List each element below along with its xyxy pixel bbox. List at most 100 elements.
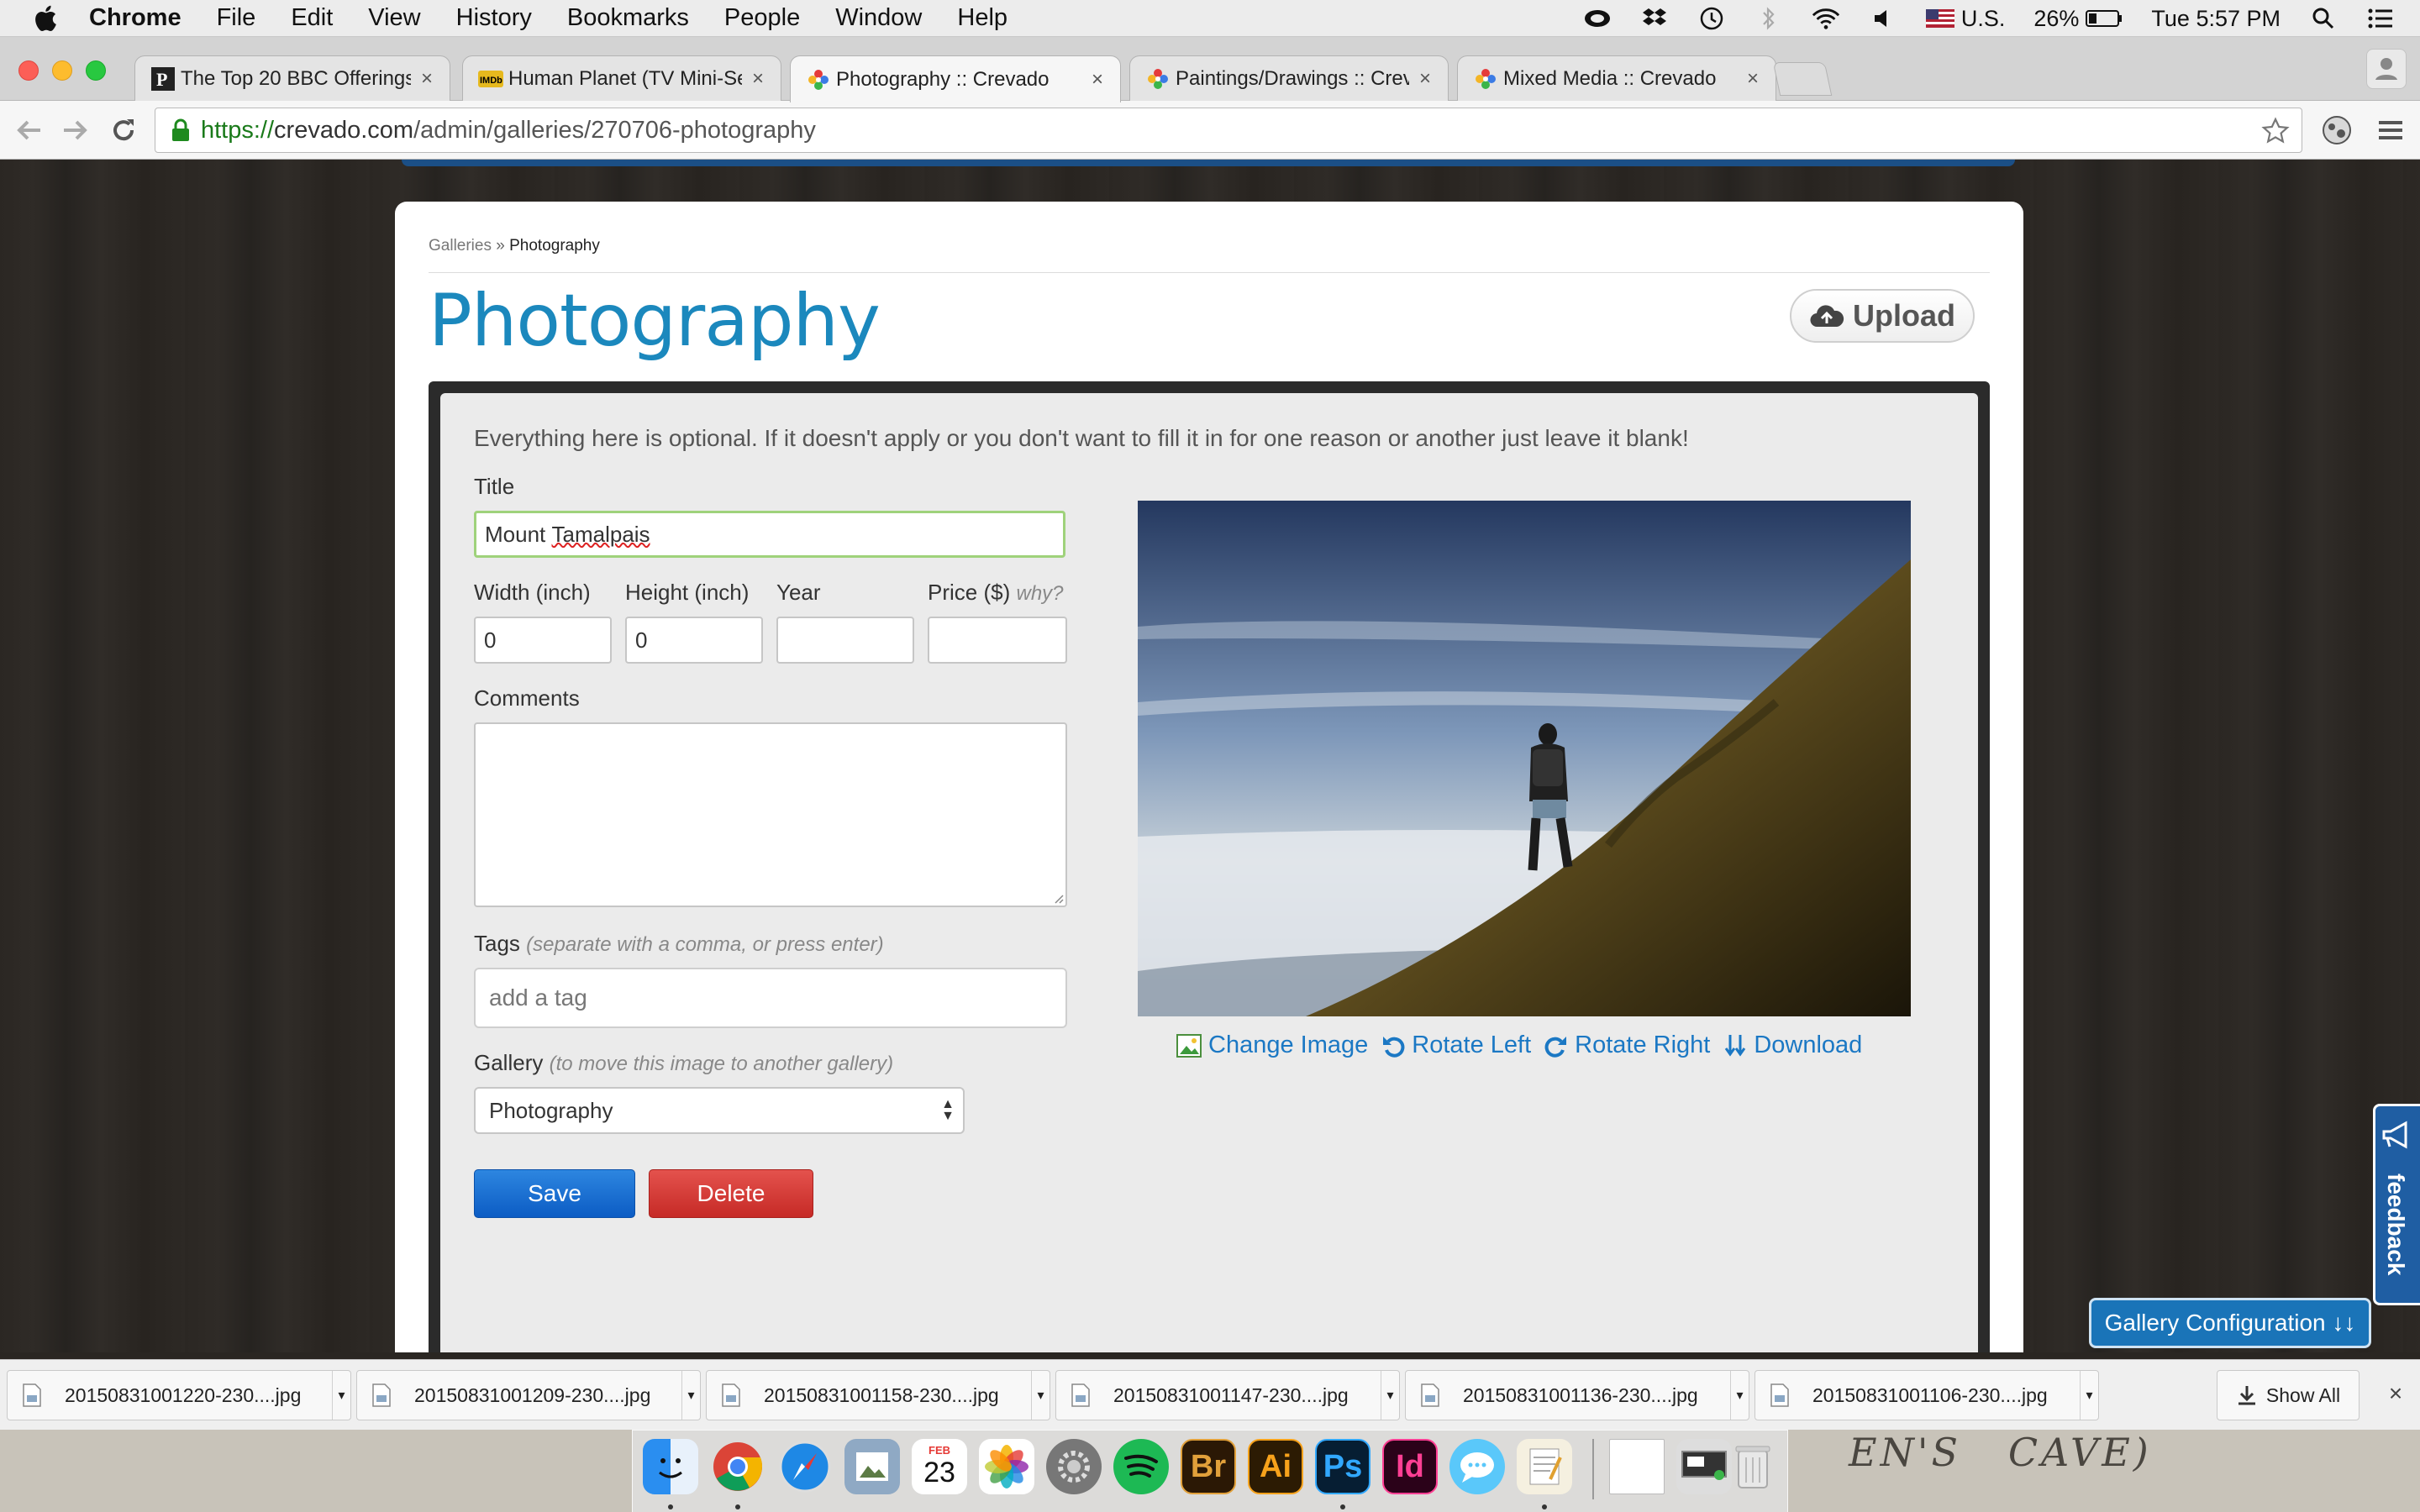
image-file-icon	[1770, 1383, 1789, 1407]
price-why-link[interactable]: why?	[1016, 582, 1063, 605]
spotify-icon[interactable]	[1113, 1439, 1169, 1494]
tags-input[interactable]: add a tag	[474, 968, 1067, 1028]
notification-center-icon[interactable]	[2366, 6, 2395, 31]
clock[interactable]: Tue 5:57 PM	[2151, 6, 2281, 32]
photoshop-icon[interactable]: Ps	[1315, 1439, 1370, 1494]
close-downloads-shelf-icon[interactable]: ×	[2383, 1380, 2408, 1409]
upload-button[interactable]: Upload	[1790, 289, 1975, 343]
wallpaper-handwriting: EN'S CAVE)	[1849, 1430, 2152, 1475]
gallery-configuration-button[interactable]: Gallery Configuration ↓↓	[2089, 1298, 2371, 1348]
year-input[interactable]	[776, 617, 914, 664]
rotate-right-link[interactable]: Rotate Right	[1544, 1032, 1710, 1059]
window-close-button[interactable]	[18, 60, 39, 81]
messages-icon[interactable]	[1449, 1439, 1505, 1494]
document-icon[interactable]	[1609, 1439, 1665, 1494]
menu-edit[interactable]: Edit	[291, 4, 333, 32]
download-menu-caret-icon[interactable]: ▾	[1381, 1371, 1399, 1420]
menu-people[interactable]: People	[724, 4, 800, 32]
breadcrumb-galleries-link[interactable]: Galleries	[429, 237, 492, 255]
tab-close-icon[interactable]: ×	[1744, 67, 1762, 91]
time-machine-icon[interactable]	[1697, 6, 1726, 31]
download-item[interactable]: 20150831001220-230....jpg ▾	[7, 1370, 351, 1420]
delete-label: Delete	[697, 1180, 765, 1206]
tab-photography[interactable]: Photography :: Crevado ×	[790, 55, 1121, 102]
indesign-icon[interactable]: Id	[1382, 1439, 1438, 1494]
menu-history[interactable]: History	[456, 4, 532, 32]
tab-close-icon[interactable]: ×	[418, 67, 436, 91]
screen-icon[interactable]	[1676, 1439, 1732, 1494]
menu-view[interactable]: View	[368, 4, 420, 32]
download-link[interactable]: Download	[1723, 1032, 1862, 1059]
download-item[interactable]: 20150831001209-230....jpg ▾	[356, 1370, 701, 1420]
battery-status[interactable]: 26%	[2033, 6, 2123, 32]
reload-button[interactable]	[104, 111, 143, 150]
height-input[interactable]: 0	[625, 617, 763, 664]
menu-help[interactable]: Help	[957, 4, 1007, 32]
download-item[interactable]: 20150831001147-230....jpg ▾	[1055, 1370, 1400, 1420]
title-input[interactable]: Mount Tamalpais	[474, 511, 1065, 558]
download-item[interactable]: 20150831001106-230....jpg ▾	[1754, 1370, 2099, 1420]
creative-cloud-icon[interactable]	[1583, 6, 1612, 31]
profile-button[interactable]	[2366, 49, 2407, 89]
show-all-downloads-button[interactable]: Show All	[2217, 1370, 2360, 1420]
download-menu-caret-icon[interactable]: ▾	[1031, 1371, 1050, 1420]
rotate-right-label: Rotate Right	[1575, 1032, 1711, 1058]
download-item[interactable]: 20150831001136-230....jpg ▾	[1405, 1370, 1749, 1420]
window-zoom-button[interactable]	[86, 60, 106, 81]
menu-bookmarks[interactable]: Bookmarks	[567, 4, 689, 32]
download-menu-caret-icon[interactable]: ▾	[1730, 1371, 1749, 1420]
tab-mixed-media[interactable]: Mixed Media :: Crevado ×	[1457, 55, 1776, 101]
dropbox-icon[interactable]	[1640, 6, 1669, 31]
volume-icon[interactable]	[1869, 6, 1897, 31]
tab-human-planet[interactable]: IMDb Human Planet (TV Mini-Series ×	[462, 55, 781, 101]
rotate-left-link[interactable]: Rotate Left	[1381, 1032, 1531, 1059]
tab-paintings-drawings[interactable]: Paintings/Drawings :: Crevado ×	[1129, 55, 1449, 101]
comments-textarea[interactable]	[474, 722, 1067, 907]
price-input[interactable]	[928, 617, 1067, 664]
system-preferences-icon[interactable]	[1046, 1439, 1102, 1494]
download-item[interactable]: 20150831001158-230....jpg ▾	[706, 1370, 1050, 1420]
bookmark-star-icon[interactable]	[2261, 117, 2290, 145]
menu-window[interactable]: Window	[835, 4, 922, 32]
height-label: Height (inch)	[625, 580, 750, 605]
window-minimize-button[interactable]	[52, 60, 72, 81]
bluetooth-icon[interactable]	[1754, 6, 1783, 31]
wifi-icon[interactable]	[1812, 6, 1840, 31]
back-button[interactable]	[10, 111, 49, 150]
change-image-link[interactable]: Change Image	[1176, 1032, 1368, 1059]
safari-icon[interactable]	[777, 1439, 833, 1494]
spotlight-search-icon[interactable]	[2309, 6, 2338, 31]
extension-icon[interactable]	[2317, 111, 2356, 150]
photos-icon[interactable]	[979, 1439, 1034, 1494]
chrome-menu-icon[interactable]	[2371, 111, 2410, 150]
textedit-icon[interactable]	[1517, 1439, 1572, 1494]
apple-icon[interactable]	[32, 3, 62, 34]
forward-button[interactable]	[55, 111, 94, 150]
trash-icon[interactable]	[1725, 1439, 1781, 1494]
delete-button[interactable]: Delete	[649, 1169, 813, 1218]
save-button[interactable]: Save	[474, 1169, 635, 1218]
address-bar[interactable]: https://crevado.com/admin/galleries/2707…	[155, 108, 2302, 153]
gallery-select[interactable]: Photography ▲ ▼	[474, 1087, 965, 1134]
width-input[interactable]: 0	[474, 617, 612, 664]
illustrator-icon[interactable]: Ai	[1248, 1439, 1303, 1494]
chrome-icon[interactable]	[710, 1439, 765, 1494]
preview-icon[interactable]	[844, 1439, 900, 1494]
feedback-tab[interactable]: feedback	[2373, 1104, 2420, 1305]
resize-grip-icon[interactable]	[1052, 892, 1064, 904]
tab-bbc-offerings[interactable]: P The Top 20 BBC Offerings on ×	[134, 55, 450, 101]
download-menu-caret-icon[interactable]: ▾	[2080, 1371, 2098, 1420]
download-menu-caret-icon[interactable]: ▾	[681, 1371, 700, 1420]
download-filename: 20150831001158-230....jpg	[764, 1383, 999, 1406]
bridge-icon[interactable]: Br	[1181, 1439, 1236, 1494]
input-source[interactable]: U.S.	[1925, 6, 2005, 32]
menu-file[interactable]: File	[217, 4, 256, 32]
calendar-icon[interactable]: FEB 23	[912, 1439, 967, 1494]
menu-app-chrome[interactable]: Chrome	[89, 4, 182, 32]
tab-close-icon[interactable]: ×	[1088, 68, 1107, 92]
tab-close-icon[interactable]: ×	[749, 67, 767, 91]
download-menu-caret-icon[interactable]: ▾	[332, 1371, 350, 1420]
new-tab-button[interactable]	[1772, 62, 1833, 96]
tab-close-icon[interactable]: ×	[1416, 67, 1434, 91]
finder-icon[interactable]	[643, 1439, 698, 1494]
